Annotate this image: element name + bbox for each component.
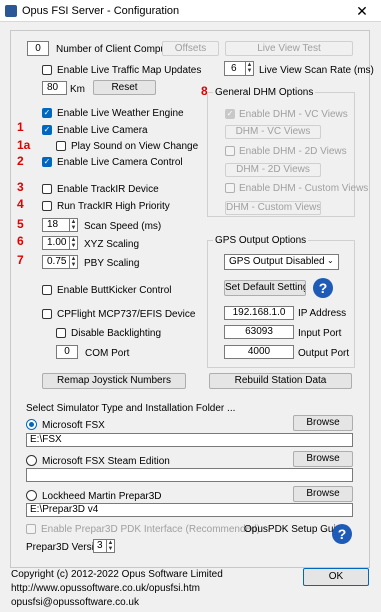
marker-1: 1 (17, 120, 24, 134)
dhm-2d-checkbox[interactable] (225, 146, 235, 156)
dhm-group-title: General DHM Options (213, 87, 316, 98)
xyz-spinner[interactable]: ▲ ▼ (70, 236, 78, 250)
chevron-down-icon[interactable]: ⌄ (327, 256, 334, 265)
help-icon[interactable]: ? (313, 278, 333, 298)
website-link[interactable]: http://www.opussoftware.co.uk/opusfsi.ht… (11, 583, 200, 594)
dhm-vc-checkbox[interactable]: ✓ (225, 109, 235, 119)
pby-spinner[interactable]: ▲ ▼ (70, 255, 78, 269)
copyright-text: Copyright (c) 2012-2022 Opus Software Li… (11, 569, 223, 580)
cpflight-checkbox[interactable] (42, 309, 52, 319)
marker-2: 2 (17, 154, 24, 168)
fsx-steam-radio[interactable] (26, 455, 37, 466)
km-label: Km (70, 84, 85, 95)
set-default-settings-button[interactable]: Set Default Settings (224, 280, 306, 296)
traffic-checkbox[interactable] (42, 65, 52, 75)
gps-output-select[interactable]: GPS Output Disabled (224, 254, 339, 270)
dhm-vc-button[interactable]: DHM - VC Views (225, 125, 321, 139)
buttkicker-checkbox[interactable] (42, 285, 52, 295)
p3d-browse-button[interactable]: Browse (293, 486, 353, 502)
scan-rate-field[interactable]: 6 (224, 61, 246, 76)
marker-6: 6 (17, 234, 24, 248)
com-port-label: COM Port (85, 348, 130, 359)
dhm-2d-button[interactable]: DHM - 2D Views (225, 163, 321, 177)
ok-button[interactable]: OK (303, 568, 369, 586)
ip-address-label: IP Address (298, 308, 347, 319)
dhm-custom-button[interactable]: DHM - Custom Views (225, 201, 321, 215)
rebuild-station-data-button[interactable]: Rebuild Station Data (209, 373, 352, 389)
fsx-radio[interactable] (26, 419, 37, 430)
p3d-radio[interactable] (26, 490, 37, 501)
weather-checkbox[interactable]: ✓ (42, 108, 52, 118)
traffic-label: Enable Live Traffic Map Updates (57, 65, 202, 76)
scan-rate-spinner[interactable]: ▲ ▼ (246, 61, 254, 76)
output-port-field[interactable]: 4000 (224, 345, 294, 359)
gps-group-title: GPS Output Options (213, 235, 309, 246)
dhm-vc-label: Enable DHM - VC Views (239, 109, 348, 120)
marker-5: 5 (17, 217, 24, 231)
app-icon (5, 5, 17, 17)
backlighting-checkbox[interactable] (56, 328, 66, 338)
pdk-help-icon[interactable]: ? (332, 524, 352, 544)
close-icon[interactable]: ✕ (352, 3, 372, 19)
xyz-field[interactable]: 1.00 (42, 236, 70, 250)
pby-field[interactable]: 0.75 (42, 255, 70, 269)
camera-control-checkbox[interactable]: ✓ (42, 157, 52, 167)
buttkicker-label: Enable ButtKicker Control (57, 285, 172, 296)
scan-rate-label: Live View Scan Rate (ms) (259, 65, 374, 76)
fsx-steam-browse-button[interactable]: Browse (293, 451, 353, 467)
com-port-field[interactable]: 0 (56, 345, 78, 359)
fsx-label: Microsoft FSX (42, 420, 105, 431)
weather-label: Enable Live Weather Engine (57, 108, 184, 119)
xyz-label: XYZ Scaling (84, 239, 140, 250)
dhm-custom-label: Enable DHM - Custom Views (239, 183, 369, 194)
live-view-test-button[interactable]: Live View Test (225, 41, 353, 56)
fsx-steam-path-field[interactable] (26, 468, 353, 482)
client-computers-field[interactable]: 0 (27, 41, 49, 56)
simulator-section-label: Select Simulator Type and Installation F… (26, 403, 236, 414)
camera-label: Enable Live Camera (57, 125, 148, 136)
fsx-browse-button[interactable]: Browse (293, 415, 353, 431)
km-field[interactable]: 80 (42, 81, 67, 95)
camera-control-label: Enable Live Camera Control (57, 157, 183, 168)
p3d-label: Lockheed Martin Prepar3D (42, 491, 162, 502)
camera-checkbox[interactable]: ✓ (42, 125, 52, 135)
p3d-version-spinner[interactable]: ▲ ▼ (107, 539, 115, 553)
p3d-version-field[interactable]: 3 (93, 539, 107, 553)
dhm-custom-checkbox[interactable] (225, 183, 235, 193)
cpflight-label: CPFlight MCP737/EFIS Device (57, 309, 196, 320)
input-port-field[interactable]: 63093 (224, 325, 294, 339)
pdk-label: Enable Prepar3D PDK Interface (Recommend… (41, 524, 260, 535)
play-sound-checkbox[interactable] (56, 141, 66, 151)
trackir-checkbox[interactable] (42, 184, 52, 194)
scan-speed-field[interactable]: 18 (42, 218, 70, 232)
email-link[interactable]: opusfsi@opussoftware.co.uk (11, 597, 139, 608)
title-bar: Opus FSI Server - Configuration ✕ (0, 0, 381, 22)
trackir-priority-label: Run TrackIR High Priority (57, 201, 170, 212)
window-title: Opus FSI Server - Configuration (22, 5, 180, 17)
backlighting-label: Disable Backlighting (71, 328, 162, 339)
trackir-label: Enable TrackIR Device (57, 184, 159, 195)
dhm-2d-label: Enable DHM - 2D Views (239, 146, 347, 157)
marker-3: 3 (17, 180, 24, 194)
p3d-path-field[interactable]: E:\Prepar3D v4 (26, 503, 353, 517)
pdk-checkbox[interactable] (26, 524, 36, 534)
scan-speed-spinner[interactable]: ▲ ▼ (70, 218, 78, 232)
marker-1a: 1a (17, 138, 31, 152)
trackir-priority-checkbox[interactable] (42, 201, 52, 211)
ip-address-field[interactable]: 192.168.1.0 (224, 306, 294, 320)
reset-button[interactable]: Reset (93, 80, 156, 95)
scan-speed-label: Scan Speed (ms) (84, 221, 162, 232)
input-port-label: Input Port (298, 328, 342, 339)
marker-7: 7 (17, 253, 24, 267)
play-sound-label: Play Sound on View Change (71, 141, 199, 152)
marker-4: 4 (17, 197, 24, 211)
offsets-button[interactable]: Offsets (162, 41, 219, 56)
output-port-label: Output Port (298, 348, 350, 359)
remap-joystick-button[interactable]: Remap Joystick Numbers (42, 373, 186, 389)
fsx-steam-label: Microsoft FSX Steam Edition (42, 456, 170, 467)
fsx-path-field[interactable]: E:\FSX (26, 433, 353, 447)
pby-label: PBY Scaling (84, 258, 140, 269)
